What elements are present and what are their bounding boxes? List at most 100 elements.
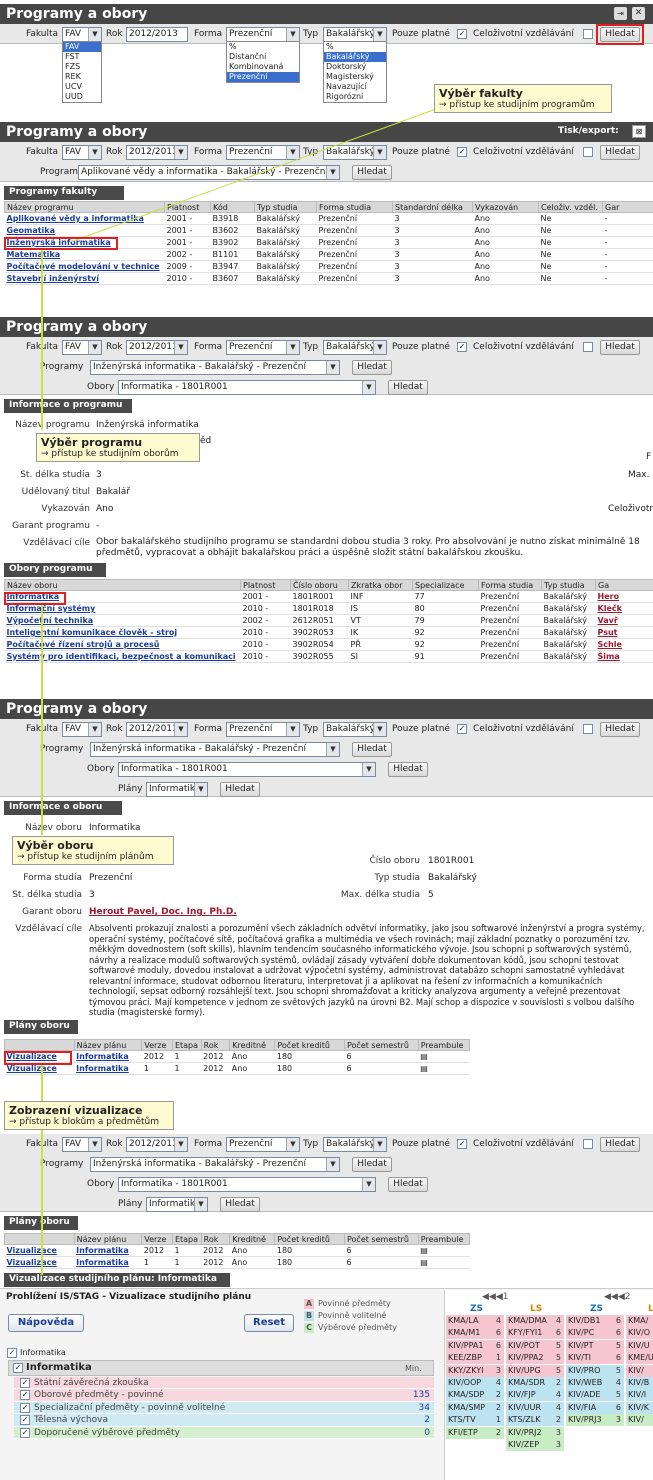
table-row[interactable]: Vizualizace Informatika 2012 1 2012 Ano 180 6 ▤ (4, 1244, 470, 1257)
row-link[interactable]: Matematika (4, 248, 165, 261)
row-link[interactable]: Hero (595, 590, 653, 603)
typ-select[interactable]: Bakalářský ▼ (323, 1137, 387, 1152)
row-link[interactable]: Aplikované vědy a informatika (4, 212, 165, 225)
block-checkbox[interactable]: ✓ (20, 1390, 30, 1401)
column-header[interactable] (4, 1039, 75, 1051)
block-row[interactable]: ✓ Oborové předměty - povinné 135 (14, 1389, 434, 1402)
column-header[interactable]: Počet semestrů (344, 1039, 419, 1051)
block-row[interactable]: ✓ Specializační předměty - povinně volite… (14, 1401, 434, 1415)
course-cell[interactable]: KIV/PRO 5 (566, 1364, 624, 1377)
course-cell[interactable]: KTS/ZLK 2 (506, 1414, 564, 1427)
help-button[interactable]: Nápověda (8, 1314, 84, 1332)
search-button[interactable]: Hledat (600, 722, 640, 737)
course-cell[interactable]: KIV/B (626, 1377, 653, 1389)
course-cell[interactable]: KMA/ (626, 1315, 653, 1327)
reset-button[interactable]: Reset (244, 1314, 294, 1332)
garant-link[interactable]: Herout Pavel, Doc. Ing. Ph.D. (89, 907, 237, 917)
course-cell[interactable]: KIV/TI 6 (566, 1352, 624, 1365)
dropdown-option[interactable]: Prezenční (227, 72, 299, 82)
plan-select[interactable]: Informatika ▼ (146, 1197, 208, 1212)
row-link[interactable]: Informatika (74, 1050, 142, 1063)
program-select[interactable]: Inženýrská informatika - Bakalářský - Pr… (90, 360, 340, 375)
table-row[interactable]: Aplikované vědy a informatika 2001 - B3918… (4, 212, 653, 225)
table-row[interactable]: Počítačové modelování v technice 2009 - B3… (4, 260, 653, 273)
course-cell[interactable]: KIV/UPG 5 (506, 1364, 564, 1377)
row-link[interactable]: Psut (595, 626, 653, 639)
block-checkbox[interactable]: ✓ (20, 1427, 30, 1438)
row-link[interactable]: Počítačové modelování v technice (4, 260, 165, 273)
celoziv-checkbox[interactable] (583, 29, 593, 39)
typ-select[interactable]: Bakalářský ▼ (323, 27, 387, 42)
search-button[interactable]: Hledat (600, 1137, 640, 1152)
course-cell[interactable]: KMA/LA 4 (446, 1315, 504, 1327)
dropdown-option[interactable]: % (227, 42, 299, 52)
column-header[interactable]: Vykazován (472, 201, 539, 213)
plan-select[interactable]: Informatika ▼ (146, 782, 208, 797)
column-header[interactable]: Číslo oboru (290, 579, 349, 591)
pouze-platne-checkbox[interactable]: ✓ (457, 29, 467, 39)
rok-select[interactable]: 2012/2013 ▼ (126, 340, 188, 355)
course-cell[interactable]: KMA/SDP 2 (446, 1389, 504, 1402)
course-cell[interactable]: KIV/ (626, 1364, 653, 1377)
course-cell[interactable]: KIV/PPA1 6 (446, 1339, 504, 1352)
dropdown-option[interactable]: Bakalářský (324, 52, 386, 62)
table-row[interactable]: Matematika 2002 - B1101 Bakalářský Prezenční… (4, 248, 653, 261)
column-header[interactable]: Ga (595, 579, 653, 591)
column-header[interactable]: Počet kreditů (274, 1039, 345, 1051)
table-row[interactable]: Výpočetní technika 2002 -2612R051 VT 79 Prez… (4, 614, 653, 627)
row-link[interactable]: Klečk (595, 602, 653, 615)
dropdown-option[interactable]: Navazující (324, 82, 386, 92)
search-button[interactable]: Hledat (220, 782, 260, 797)
block-row[interactable]: ✓ Státní závěrečná zkouška (14, 1377, 434, 1390)
obor-select[interactable]: Informatika - 1801R001 ▼ (118, 762, 376, 777)
column-header[interactable]: Verze (141, 1039, 173, 1051)
rok-select[interactable]: 2012/2013 ▼ (126, 722, 188, 737)
course-cell[interactable]: KIV/PRJ3 3 (566, 1414, 624, 1427)
program-select[interactable]: Inženýrská informatika - Bakalářský - Pr… (90, 1157, 340, 1172)
search-button[interactable]: Hledat (600, 145, 640, 160)
table-row[interactable]: Vizualizace Informatika 1 1 2012 Ano 180 6 ▤ (4, 1256, 470, 1269)
column-header[interactable]: Název oboru (4, 579, 241, 591)
course-cell[interactable]: KME/U (626, 1352, 653, 1365)
block-row[interactable]: ✓ Doporučené výběrové předměty 0 (14, 1426, 434, 1439)
block-checkbox[interactable]: ✓ (20, 1402, 30, 1413)
celoziv-checkbox[interactable] (583, 1139, 593, 1149)
forma-select[interactable]: Prezenční ▼ (226, 340, 300, 355)
fakulta-select[interactable]: FAV ▼ (62, 145, 102, 160)
search-button[interactable]: Hledat (352, 742, 392, 757)
fakulta-dropdown[interactable]: FAV FST FZS REK UCV UUD (62, 41, 102, 103)
dropdown-option[interactable]: UUD (63, 92, 101, 102)
search-button[interactable]: Hledat (352, 1157, 392, 1172)
typ-select[interactable]: Bakalářský ▼ (323, 340, 387, 355)
course-cell[interactable]: KEE/ZBP 1 (446, 1352, 504, 1365)
row-link[interactable]: Počítačové řízení strojů a procesů (4, 638, 241, 651)
row-link[interactable]: Výpočetní technika (4, 614, 241, 627)
dropdown-option[interactable]: REK (63, 72, 101, 82)
table-row[interactable]: Stavební inženýrství 2010 - B3607 Bakalářsk… (4, 272, 653, 285)
celoziv-checkbox[interactable] (583, 724, 593, 734)
dropdown-option[interactable]: FZS (63, 62, 101, 72)
search-button[interactable]: Hledat (388, 1177, 428, 1192)
obor-select[interactable]: Informatika - 1801R001 ▼ (118, 380, 376, 395)
column-header[interactable]: Preambule (417, 1039, 471, 1051)
fakulta-select[interactable]: FAV ▼ (62, 1137, 102, 1152)
course-cell[interactable]: KMA/M1 6 (446, 1327, 504, 1340)
celoziv-checkbox[interactable] (583, 147, 593, 157)
table-row[interactable]: Vizualizace Informatika 2012 1 2012 Ano 180 6 ▤ (4, 1050, 470, 1063)
dropdown-option[interactable]: % (324, 42, 386, 52)
pouze-platne-checkbox[interactable]: ✓ (457, 147, 467, 157)
table-row[interactable]: Systémy pro identifikaci, bezpečnost a k… (4, 650, 653, 663)
celoziv-checkbox[interactable] (583, 342, 593, 352)
dropdown-option[interactable]: Magisterský (324, 72, 386, 82)
column-header[interactable]: Rok (200, 1039, 231, 1051)
search-button[interactable]: Hledat (388, 380, 428, 395)
close-icon[interactable]: ✕ (632, 7, 645, 20)
course-cell[interactable]: KIV/UUR 4 (506, 1401, 564, 1414)
column-header[interactable]: Kreditně (229, 1039, 276, 1051)
panel-controls-icon[interactable]: ⇥ (614, 7, 627, 20)
column-header[interactable]: Počet kreditů (274, 1233, 345, 1245)
tree-node-checkbox[interactable]: ✓ (13, 1363, 23, 1373)
row-link[interactable]: Vizualizace (4, 1244, 75, 1257)
pouze-platne-checkbox[interactable]: ✓ (457, 1139, 467, 1149)
fakulta-select[interactable]: FAV ▼ (62, 722, 102, 737)
